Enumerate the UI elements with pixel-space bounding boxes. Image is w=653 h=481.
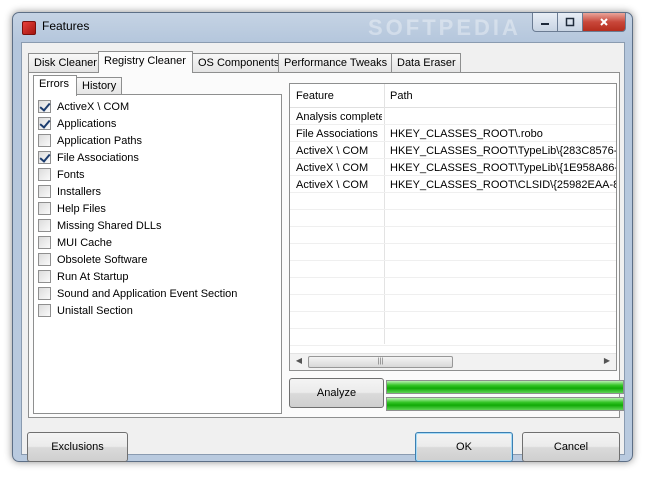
tab-registry-cleaner[interactable]: Registry Cleaner <box>98 51 193 73</box>
tab-errors[interactable]: Errors <box>33 75 77 96</box>
checkbox[interactable] <box>38 202 51 215</box>
errors-panel: ActiveX \ COM Applications Application P… <box>33 94 282 414</box>
checkbox[interactable] <box>38 151 51 164</box>
category-list: ActiveX \ COM Applications Application P… <box>38 98 237 319</box>
checkbox[interactable] <box>38 168 51 181</box>
feature-cell: ActiveX \ COM <box>296 179 369 191</box>
category-installers[interactable]: Installers <box>38 183 237 200</box>
table-row[interactable]: File Associations HKEY_CLASSES_ROOT\.rob… <box>290 126 616 143</box>
ok-button[interactable]: OK <box>415 432 513 462</box>
category-application-paths[interactable]: Application Paths <box>38 132 237 149</box>
path-cell: HKEY_CLASSES_ROOT\CLSID\{25982EAA-87CC- <box>390 179 616 191</box>
category-unistall-section[interactable]: Unistall Section <box>38 302 237 319</box>
category-label: Applications <box>57 117 117 130</box>
close-button[interactable] <box>583 13 626 32</box>
results-header: Feature Path <box>290 84 616 108</box>
maximize-icon <box>565 17 575 27</box>
cancel-button[interactable]: Cancel <box>522 432 620 462</box>
table-row[interactable]: ActiveX \ COM HKEY_CLASSES_ROOT\CLSID\{2… <box>290 177 616 194</box>
results-list[interactable]: Feature Path Analysis complete File Asso… <box>289 83 617 371</box>
category-label: Application Paths <box>57 134 142 147</box>
progress-bar <box>386 397 624 411</box>
category-label: Missing Shared DLLs <box>57 219 162 232</box>
category-help-files[interactable]: Help Files <box>38 200 237 217</box>
scroll-thumb[interactable]: ||| <box>308 356 453 368</box>
tab-os-components[interactable]: OS Components <box>192 53 279 72</box>
category-label: MUI Cache <box>57 236 113 249</box>
registry-cleaner-panel: Errors History ActiveX \ COM Application… <box>28 72 624 418</box>
window-title: Features <box>42 19 90 33</box>
app-icon <box>22 21 36 35</box>
category-mui-cache[interactable]: MUI Cache <box>38 234 237 251</box>
category-label: File Associations <box>57 151 139 164</box>
checkbox[interactable] <box>38 100 51 113</box>
exclusions-button[interactable]: Exclusions <box>27 432 128 462</box>
close-icon <box>600 18 608 26</box>
category-applications[interactable]: Applications <box>38 115 237 132</box>
category-label: Sound and Application Event Section <box>57 287 238 300</box>
category-activex-com[interactable]: ActiveX \ COM <box>38 98 237 115</box>
category-label: Fonts <box>57 168 85 181</box>
path-cell: HKEY_CLASSES_ROOT\.robo <box>390 128 543 140</box>
progress-fill <box>387 398 623 410</box>
checkbox[interactable] <box>38 304 51 317</box>
features-window: Features SOFTPEDIA Disk Cleaner Registry… <box>12 12 633 462</box>
maximize-button[interactable] <box>558 13 583 32</box>
tab-data-eraser[interactable]: Data Eraser <box>391 53 461 72</box>
table-row[interactable]: ActiveX \ COM HKEY_CLASSES_ROOT\TypeLib\… <box>290 143 616 160</box>
category-obsolete-software[interactable]: Obsolete Software <box>38 251 237 268</box>
dialog-client-area: Disk Cleaner Registry Cleaner OS Compone… <box>21 42 625 462</box>
category-label: Run At Startup <box>57 270 129 283</box>
checkbox[interactable] <box>38 270 51 283</box>
horizontal-scrollbar[interactable]: ◀ ||| ▶ <box>290 353 616 370</box>
feature-cell: Analysis complete <box>296 111 382 123</box>
checkbox[interactable] <box>38 236 51 249</box>
category-missing-shared-dlls[interactable]: Missing Shared DLLs <box>38 217 237 234</box>
feature-cell: ActiveX \ COM <box>296 145 369 157</box>
category-label: Unistall Section <box>57 304 133 317</box>
category-file-associations[interactable]: File Associations <box>38 149 237 166</box>
table-row[interactable]: Analysis complete <box>290 109 616 126</box>
tab-disk-cleaner[interactable]: Disk Cleaner <box>28 53 99 72</box>
category-label: ActiveX \ COM <box>57 100 130 113</box>
checkbox[interactable] <box>38 117 51 130</box>
tab-history[interactable]: History <box>76 77 122 95</box>
progress-fill <box>387 381 623 393</box>
category-sound-app-events[interactable]: Sound and Application Event Section <box>38 285 237 302</box>
checkbox[interactable] <box>38 134 51 147</box>
progress-bar <box>386 380 624 394</box>
column-feature[interactable]: Feature <box>290 84 384 108</box>
caption-buttons <box>532 13 626 32</box>
feature-cell: ActiveX \ COM <box>296 162 369 174</box>
checkbox[interactable] <box>38 185 51 198</box>
category-run-at-startup[interactable]: Run At Startup <box>38 268 237 285</box>
scroll-right-icon[interactable]: ▶ <box>600 356 614 365</box>
path-cell: HKEY_CLASSES_ROOT\TypeLib\{1E958A86-A23E <box>390 162 616 174</box>
title-bar[interactable]: Features SOFTPEDIA <box>13 13 632 41</box>
checkbox[interactable] <box>38 253 51 266</box>
category-label: Obsolete Software <box>57 253 148 266</box>
minimize-button[interactable] <box>532 13 558 32</box>
scroll-left-icon[interactable]: ◀ <box>292 356 306 365</box>
watermark: SOFTPEDIA <box>368 15 521 40</box>
checkbox[interactable] <box>38 287 51 300</box>
feature-cell: File Associations <box>296 128 378 140</box>
path-cell: HKEY_CLASSES_ROOT\TypeLib\{283C8576-0726 <box>390 145 617 157</box>
table-row[interactable]: ActiveX \ COM HKEY_CLASSES_ROOT\TypeLib\… <box>290 160 616 177</box>
category-label: Help Files <box>57 202 106 215</box>
category-label: Installers <box>57 185 102 198</box>
tab-performance-tweaks[interactable]: Performance Tweaks <box>278 53 392 72</box>
column-path[interactable]: Path <box>384 84 616 108</box>
checkbox[interactable] <box>38 219 51 232</box>
analyze-button[interactable]: Analyze <box>289 378 384 408</box>
minimize-icon <box>541 23 549 25</box>
category-fonts[interactable]: Fonts <box>38 166 237 183</box>
